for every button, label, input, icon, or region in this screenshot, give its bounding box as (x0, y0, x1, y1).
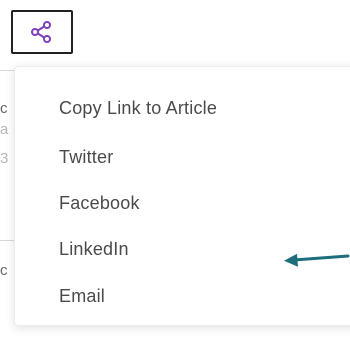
share-menu: Copy Link to Article Twitter Facebook Li… (14, 66, 350, 326)
menu-item-facebook[interactable]: Facebook (59, 193, 140, 214)
background-divider (0, 240, 14, 241)
background-divider (0, 70, 14, 71)
arrow-left-icon (284, 253, 350, 267)
menu-item-email[interactable]: Email (59, 286, 105, 307)
page: c a 3 c Copy Link to Article Twitter Fac… (0, 0, 350, 339)
background-text-fragment: c (0, 100, 8, 117)
menu-item-linkedin[interactable]: LinkedIn (59, 239, 129, 260)
background-text-fragment: a (0, 121, 9, 138)
share-icon (31, 21, 51, 43)
share-button[interactable] (11, 10, 73, 54)
menu-item-copy-link[interactable]: Copy Link to Article (59, 98, 217, 119)
background-text-fragment: 3 (0, 150, 9, 167)
background-text-fragment: c (0, 262, 8, 279)
menu-item-twitter[interactable]: Twitter (59, 147, 113, 168)
